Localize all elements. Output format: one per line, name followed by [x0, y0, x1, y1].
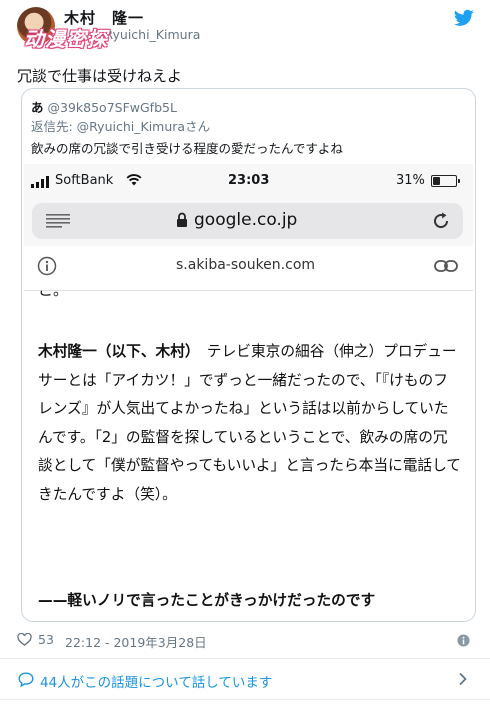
battery-tip	[458, 179, 460, 183]
heart-icon[interactable]	[17, 633, 32, 646]
menu-icon[interactable]	[46, 214, 70, 228]
watermark: 动漫密探	[24, 27, 108, 51]
conversation-text[interactable]: 44人がこの話題について話しています	[40, 671, 272, 691]
bottom-border	[0, 699, 490, 700]
speaker-label: 木村隆一（以下、木村）	[38, 343, 193, 360]
quoted-reply-to[interactable]: 返信先: @Ryuichi_Kimuraさん	[31, 116, 210, 135]
tweet-card: 木村 隆一 @Ryuichi_Kimura 动漫密探 冗談で仕事は受けねえよ あ…	[0, 0, 490, 707]
quoted-text: 飲みの席の冗談で引き受ける程度の愛だったんですよね	[31, 141, 343, 156]
chevron-right-icon[interactable]	[458, 672, 468, 686]
info-icon[interactable]	[37, 256, 57, 276]
tweet-text: 冗談で仕事は受けねえよ	[17, 67, 183, 85]
author-handle[interactable]: @Ryuichi_Kimura	[92, 27, 200, 42]
conversation-link[interactable]: 44人がこの話題について話しています	[0, 659, 490, 699]
lock-icon	[177, 212, 187, 227]
battery-percent: 31%	[396, 173, 425, 188]
carrier-name: SoftBank	[55, 173, 114, 188]
article-content: こ。 木村隆一（以下、木村） テレビ東京の細谷（伸之）プロデューサーとは「アイカ…	[38, 290, 462, 621]
battery-icon	[431, 175, 457, 187]
battery-level	[433, 177, 440, 185]
wifi-icon	[126, 174, 142, 186]
like-count[interactable]: 53	[38, 632, 54, 647]
phone-screenshot: SoftBank 23:03 31% google.co.jp s.akiba-…	[24, 164, 473, 621]
browser-toolbar: google.co.jp	[24, 198, 473, 247]
signal-icon	[31, 176, 49, 188]
tweet-meta: 53 22:12 - 2019年3月28日	[17, 632, 473, 650]
twitter-bird-icon[interactable]	[454, 9, 474, 27]
speech-bubble-icon	[18, 672, 34, 687]
status-time: 23:03	[228, 173, 270, 188]
quoted-tweet[interactable]: あ @39k85o7SFwGfb5L 返信先: @Ryuichi_Kimuraさ…	[21, 88, 476, 622]
url-text[interactable]: google.co.jp	[194, 210, 297, 230]
info-circle-icon[interactable]	[457, 634, 470, 647]
address-bar[interactable]: google.co.jp	[32, 203, 463, 239]
reload-icon[interactable]	[431, 211, 451, 231]
quoted-author[interactable]: あ	[31, 100, 44, 115]
article-paragraph: 木村隆一（以下、木村） テレビ東京の細谷（伸之）プロデューサーとは「アイカツ！」…	[38, 338, 462, 509]
article-body: テレビ東京の細谷（伸之）プロデューサーとは「アイカツ！」でずっと一緒だったので、…	[38, 343, 461, 503]
site-domain[interactable]: s.akiba-souken.com	[176, 257, 315, 273]
status-bar: SoftBank 23:03 31%	[24, 164, 473, 198]
clipped-text: こ。	[38, 290, 69, 299]
quoted-header: あ @39k85o7SFwGfb5L	[31, 97, 177, 116]
link-icon[interactable]	[434, 259, 458, 273]
tweet-datetime[interactable]: 22:12 - 2019年3月28日	[65, 632, 207, 651]
interviewer-question: ——軽いノリで言ったことがきっかけだったのです	[38, 592, 376, 609]
quoted-handle[interactable]: @39k85o7SFwGfb5L	[48, 100, 177, 115]
amp-site-header: s.akiba-souken.com	[24, 246, 473, 291]
